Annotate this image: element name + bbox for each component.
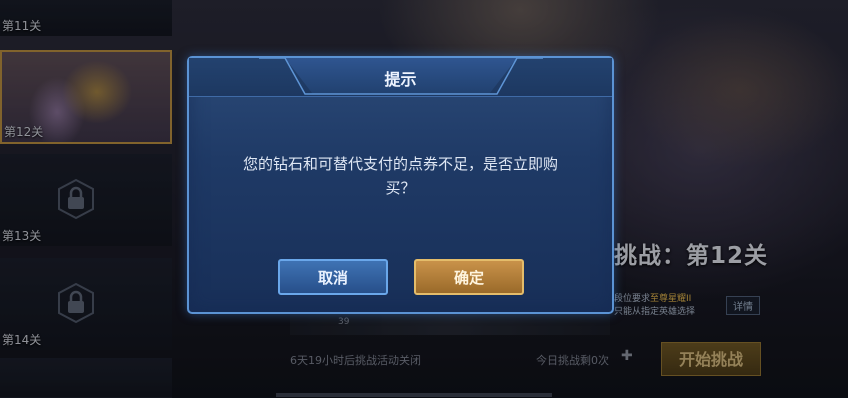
message-line-2: 买？ — [385, 179, 416, 197]
dialog-title: 提示 — [384, 70, 417, 89]
dialog-header: 提示 — [189, 58, 612, 97]
purchase-prompt-dialog: 提示 您的钻石和可替代支付的点券不足，是否立即购 买？ 取消 确定 — [187, 56, 614, 314]
dialog-message: 您的钻石和可替代支付的点券不足，是否立即购 买？ — [219, 152, 582, 200]
cancel-button[interactable]: 取消 — [278, 259, 388, 295]
message-line-1: 您的钻石和可替代支付的点券不足，是否立即购 — [242, 155, 558, 173]
confirm-button[interactable]: 确定 — [414, 259, 524, 295]
